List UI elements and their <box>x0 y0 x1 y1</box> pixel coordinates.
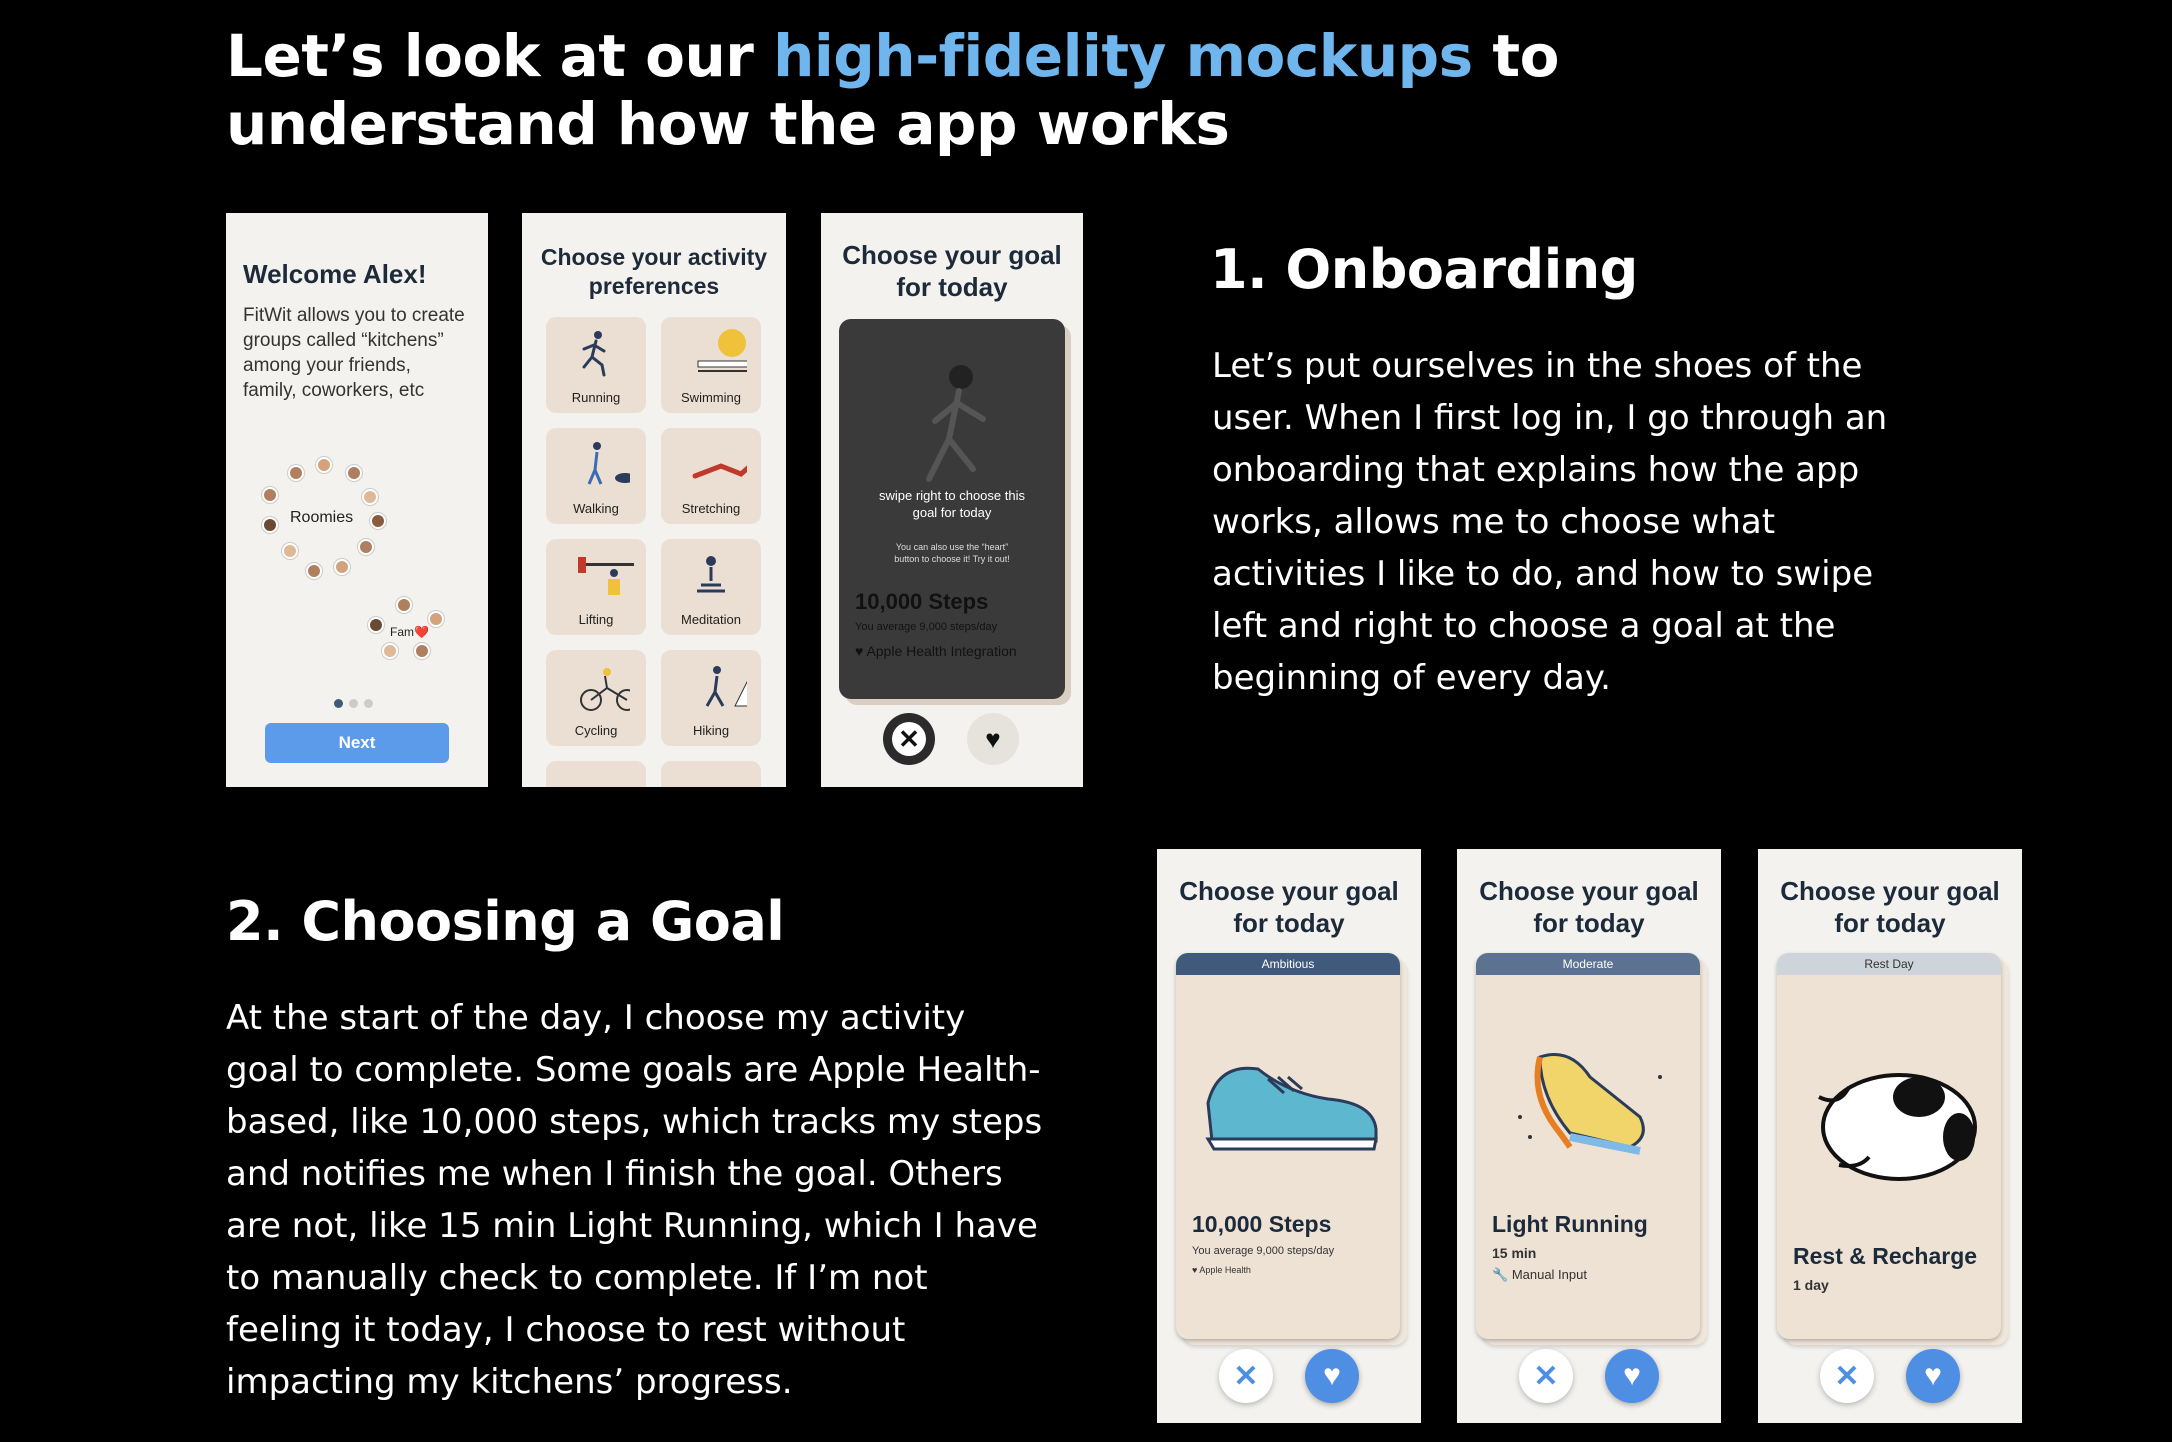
goal-duration: 15 min <box>1492 1245 1537 1261</box>
goal-name: Rest & Recharge <box>1793 1243 1978 1269</box>
swipe-hint: swipe right to choose this goal for toda… <box>879 488 1025 520</box>
page-headline: Let’s look at our high-fidelity mockups … <box>226 22 1826 158</box>
headline-part1: Let’s look at our <box>226 22 774 90</box>
reject-button[interactable]: ✕ <box>1519 1349 1573 1403</box>
activity-tile-stretching[interactable]: Stretching <box>661 428 761 524</box>
close-icon: ✕ <box>1533 1359 1559 1393</box>
stretching-icon <box>692 463 747 479</box>
heart-icon: ♥ <box>1323 1359 1341 1392</box>
reject-button[interactable]: ✕ <box>883 713 935 765</box>
goal-name: 10,000 Steps <box>1192 1211 1332 1237</box>
running-icon <box>582 331 606 377</box>
difficulty-tag: Moderate <box>1476 953 1700 975</box>
heart-icon: ♥ <box>1192 1265 1198 1275</box>
headline-highlight: high-fidelity mockups <box>773 22 1473 90</box>
activity-title: Choose your activity preferences <box>540 244 768 299</box>
lifting-icon <box>578 557 634 595</box>
heart-icon: ♥ <box>1623 1359 1641 1392</box>
mockup-swipe-tutorial: Choose your goal for today swipe right t… <box>821 213 1083 787</box>
sneaker-illustration <box>1205 1066 1378 1151</box>
accept-button[interactable]: ♥ <box>1605 1349 1659 1403</box>
onboarding-title: 1. Onboarding <box>1210 238 1638 301</box>
goal-name: Light Running <box>1492 1211 1648 1237</box>
next-button[interactable]: Next <box>265 723 449 763</box>
goal-source-label: Apple Health <box>1199 1265 1251 1275</box>
activity-tile-lifting[interactable]: Lifting <box>546 539 646 635</box>
heart-icon: ♥ <box>855 643 864 659</box>
activity-tile-walking[interactable]: Walking <box>546 428 646 524</box>
goal-name: 10,000 Steps <box>855 589 989 614</box>
activity-tile-more[interactable] <box>546 761 646 787</box>
difficulty-tag: Rest Day <box>1777 953 2001 975</box>
accept-button[interactable]: ♥ <box>1305 1349 1359 1403</box>
mockup-goal-ambitious: Choose your goal for today Ambitious 10,… <box>1157 849 1421 1423</box>
activity-label: Hiking <box>692 723 730 738</box>
goal-screen-title: Choose your goal for today <box>1479 876 1699 938</box>
activity-label: Lifting <box>578 612 614 627</box>
accept-button[interactable]: ♥ <box>967 713 1019 765</box>
goal-section-body: At the start of the day, I choose my act… <box>226 998 1043 1402</box>
cycling-icon <box>580 668 630 711</box>
sleeping-dog-illustration <box>1818 1073 1977 1181</box>
pagination-dots <box>334 699 373 708</box>
accept-button[interactable]: ♥ <box>1906 1349 1960 1403</box>
goal-average: You average 9,000 steps/day <box>1192 1245 1335 1257</box>
activity-label: Meditation <box>681 612 741 627</box>
wrench-icon: 🔧 <box>1492 1267 1509 1282</box>
welcome-title: Welcome Alex! <box>243 259 427 289</box>
activity-label: Running <box>571 390 621 405</box>
tutorial-title: Choose your goal for today <box>842 240 1062 302</box>
activity-label: Cycling <box>574 723 618 738</box>
activity-tile-running[interactable]: Running <box>546 317 646 413</box>
difficulty-tag: Ambitious <box>1176 953 1400 975</box>
close-icon: ✕ <box>1834 1359 1860 1393</box>
mockup-goal-rest: Choose your goal for today Rest Day Rest… <box>1758 849 2022 1423</box>
close-icon: ✕ <box>892 722 926 756</box>
group-label-roomies: Roomies <box>290 509 354 526</box>
goal-average: You average 9,000 steps/day <box>855 621 998 633</box>
running-shoe-illustration <box>1518 1053 1662 1155</box>
reject-button[interactable]: ✕ <box>1820 1349 1874 1403</box>
reject-button[interactable]: ✕ <box>1219 1349 1273 1403</box>
activity-tile-hiking[interactable]: Hiking <box>661 650 761 746</box>
goal-source-label: Manual Input <box>1511 1267 1587 1282</box>
activity-tile-swimming[interactable]: Swimming <box>661 317 761 413</box>
activity-tile-meditation[interactable]: Meditation <box>661 539 761 635</box>
goal-source: 🔧 Manual Input <box>1492 1267 1587 1283</box>
goal-section-title: 2. Choosing a Goal <box>226 890 785 953</box>
welcome-description: FitWit allows you to create groups calle… <box>243 305 465 401</box>
goal-card-tutorial[interactable]: swipe right to choose this goal for toda… <box>839 319 1065 699</box>
goal-card[interactable]: Ambitious 10,000 Steps You average 9,000… <box>1176 953 1400 1339</box>
activity-label: Swimming <box>681 390 741 405</box>
hiking-icon <box>705 666 747 707</box>
swimming-icon <box>697 329 747 372</box>
activity-label: Stretching <box>681 501 741 516</box>
activity-tile-cycling[interactable]: Cycling <box>546 650 646 746</box>
swipe-hint-sub: You can also use the “heart” button to c… <box>894 542 1010 564</box>
goal-screen-title: Choose your goal for today <box>1179 876 1399 938</box>
meditation-icon <box>697 556 725 593</box>
group-label-fam: Fam❤️ <box>390 625 429 639</box>
health-integration-label: Apple Health Integration <box>866 643 1017 659</box>
goal-source: ♥ Apple Health <box>1192 1265 1251 1275</box>
goal-duration: 1 day <box>1793 1277 1829 1293</box>
goal-screen-title: Choose your goal for today <box>1780 876 2000 938</box>
goal-card[interactable]: Moderate Light Running 15 min 🔧 Manual I… <box>1476 953 1700 1339</box>
activity-tile-more[interactable] <box>661 761 761 787</box>
heart-icon: ♥ <box>1924 1359 1942 1392</box>
heart-icon: ♥ <box>985 723 1001 754</box>
mockup-welcome: Welcome Alex! FitWit allows you to creat… <box>226 213 488 787</box>
runner-illustration <box>926 365 986 482</box>
walking-icon <box>587 442 630 485</box>
goal-card[interactable]: Rest Day Rest & Recharge 1 day <box>1777 953 2001 1339</box>
health-integration: ♥ Apple Health Integration <box>855 643 1017 659</box>
close-icon: ✕ <box>1233 1359 1259 1393</box>
onboarding-body: Let’s put ourselves in the shoes of the … <box>1212 346 1888 698</box>
activity-label: Walking <box>573 501 619 516</box>
mockup-goal-moderate: Choose your goal for today Moderate Ligh… <box>1457 849 1721 1423</box>
mockup-activity-preferences: Choose your activity preferences Running… <box>522 213 786 787</box>
